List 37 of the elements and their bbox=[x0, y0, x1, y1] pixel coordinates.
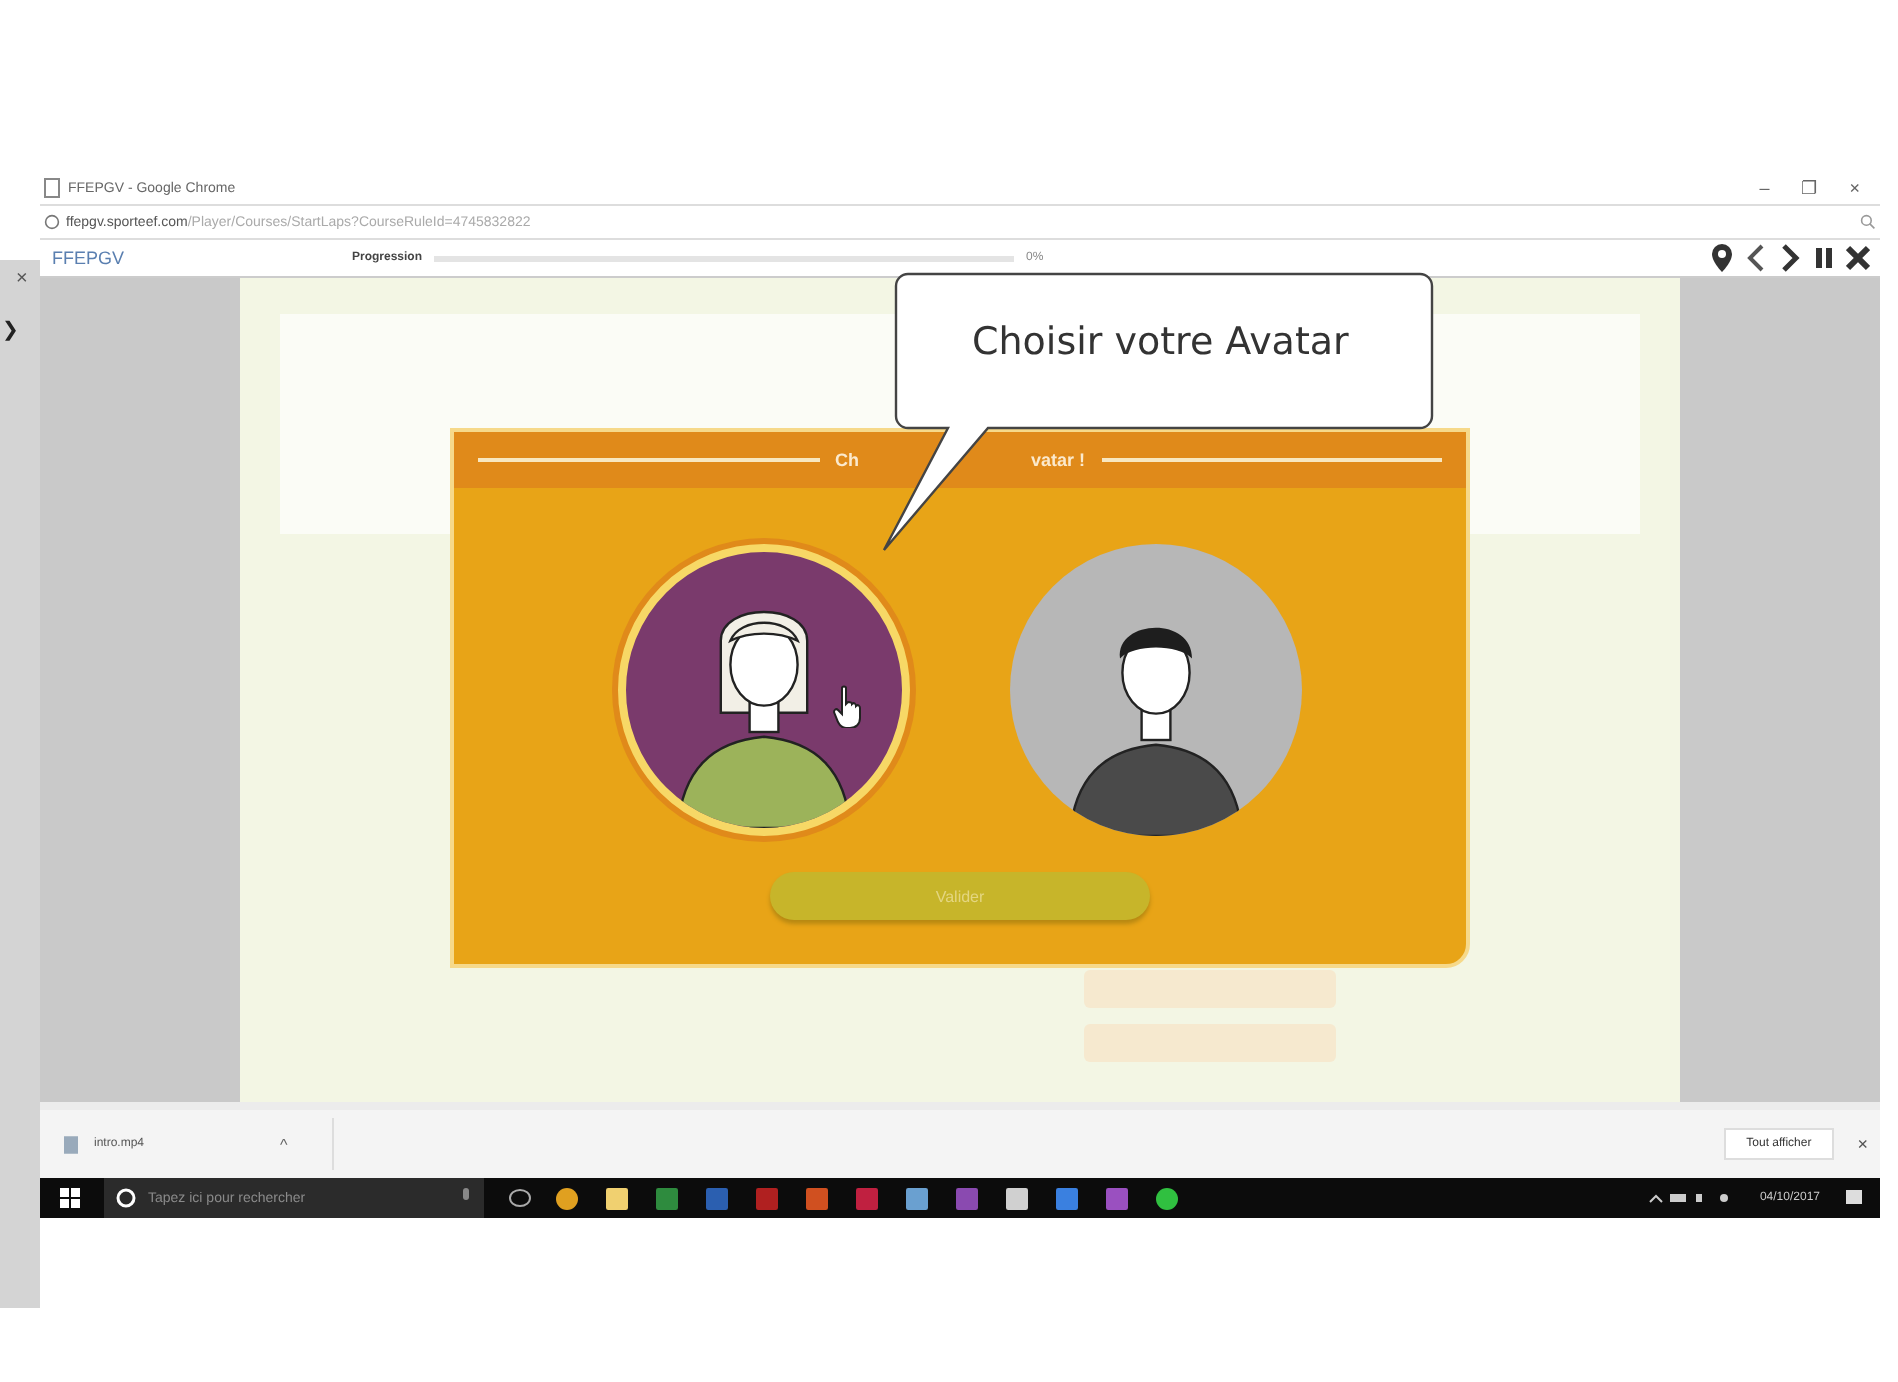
windows-logo-icon[interactable] bbox=[60, 1188, 80, 1208]
search-icon[interactable] bbox=[1860, 214, 1876, 230]
window-app-icon[interactable] bbox=[1056, 1187, 1078, 1209]
close-button[interactable]: × bbox=[1849, 178, 1860, 198]
location-pin-icon[interactable] bbox=[1710, 242, 1734, 274]
next-icon[interactable] bbox=[1778, 242, 1802, 274]
brand-label: FFEPGV bbox=[52, 248, 127, 268]
task-view-icon[interactable] bbox=[508, 1188, 532, 1208]
pdf-app-icon[interactable] bbox=[756, 1187, 778, 1209]
info-icon bbox=[44, 214, 60, 230]
minimize-button[interactable]: – bbox=[1759, 178, 1770, 198]
dialog-title: vatar ! bbox=[1031, 450, 1086, 470]
previous-icon[interactable] bbox=[1744, 242, 1768, 274]
music-app-icon[interactable] bbox=[1156, 1187, 1178, 1209]
close-icon[interactable] bbox=[1846, 242, 1870, 274]
dialog-title: Ch bbox=[835, 450, 859, 470]
next-button[interactable]: ❯ bbox=[2, 318, 18, 342]
restore-button[interactable]: ❐ bbox=[1801, 178, 1818, 198]
notification-icon[interactable] bbox=[1844, 1188, 1864, 1208]
hand-cursor-icon bbox=[832, 684, 864, 728]
file-icon bbox=[64, 1135, 78, 1153]
page-icon bbox=[44, 178, 60, 198]
media-app-icon[interactable] bbox=[1106, 1187, 1128, 1209]
window-app-icon[interactable] bbox=[906, 1187, 928, 1209]
notes-app-icon[interactable] bbox=[956, 1187, 978, 1209]
caret-icon[interactable]: ^ bbox=[280, 1135, 288, 1153]
paint-app-icon[interactable] bbox=[1006, 1187, 1028, 1209]
folder-app-icon[interactable] bbox=[606, 1187, 628, 1209]
bubble-text: Choisir votre Avatar bbox=[972, 320, 1349, 364]
close-button[interactable]: × bbox=[16, 268, 28, 290]
close-button[interactable]: × bbox=[1857, 1134, 1868, 1154]
circle-icon[interactable] bbox=[116, 1188, 136, 1208]
pause-icon[interactable] bbox=[1812, 242, 1836, 274]
spreadsheet-app-icon[interactable] bbox=[656, 1187, 678, 1209]
chrome-app-icon[interactable] bbox=[556, 1187, 578, 1209]
document-app-icon[interactable] bbox=[706, 1187, 728, 1209]
presentation-app-icon[interactable] bbox=[806, 1187, 828, 1209]
